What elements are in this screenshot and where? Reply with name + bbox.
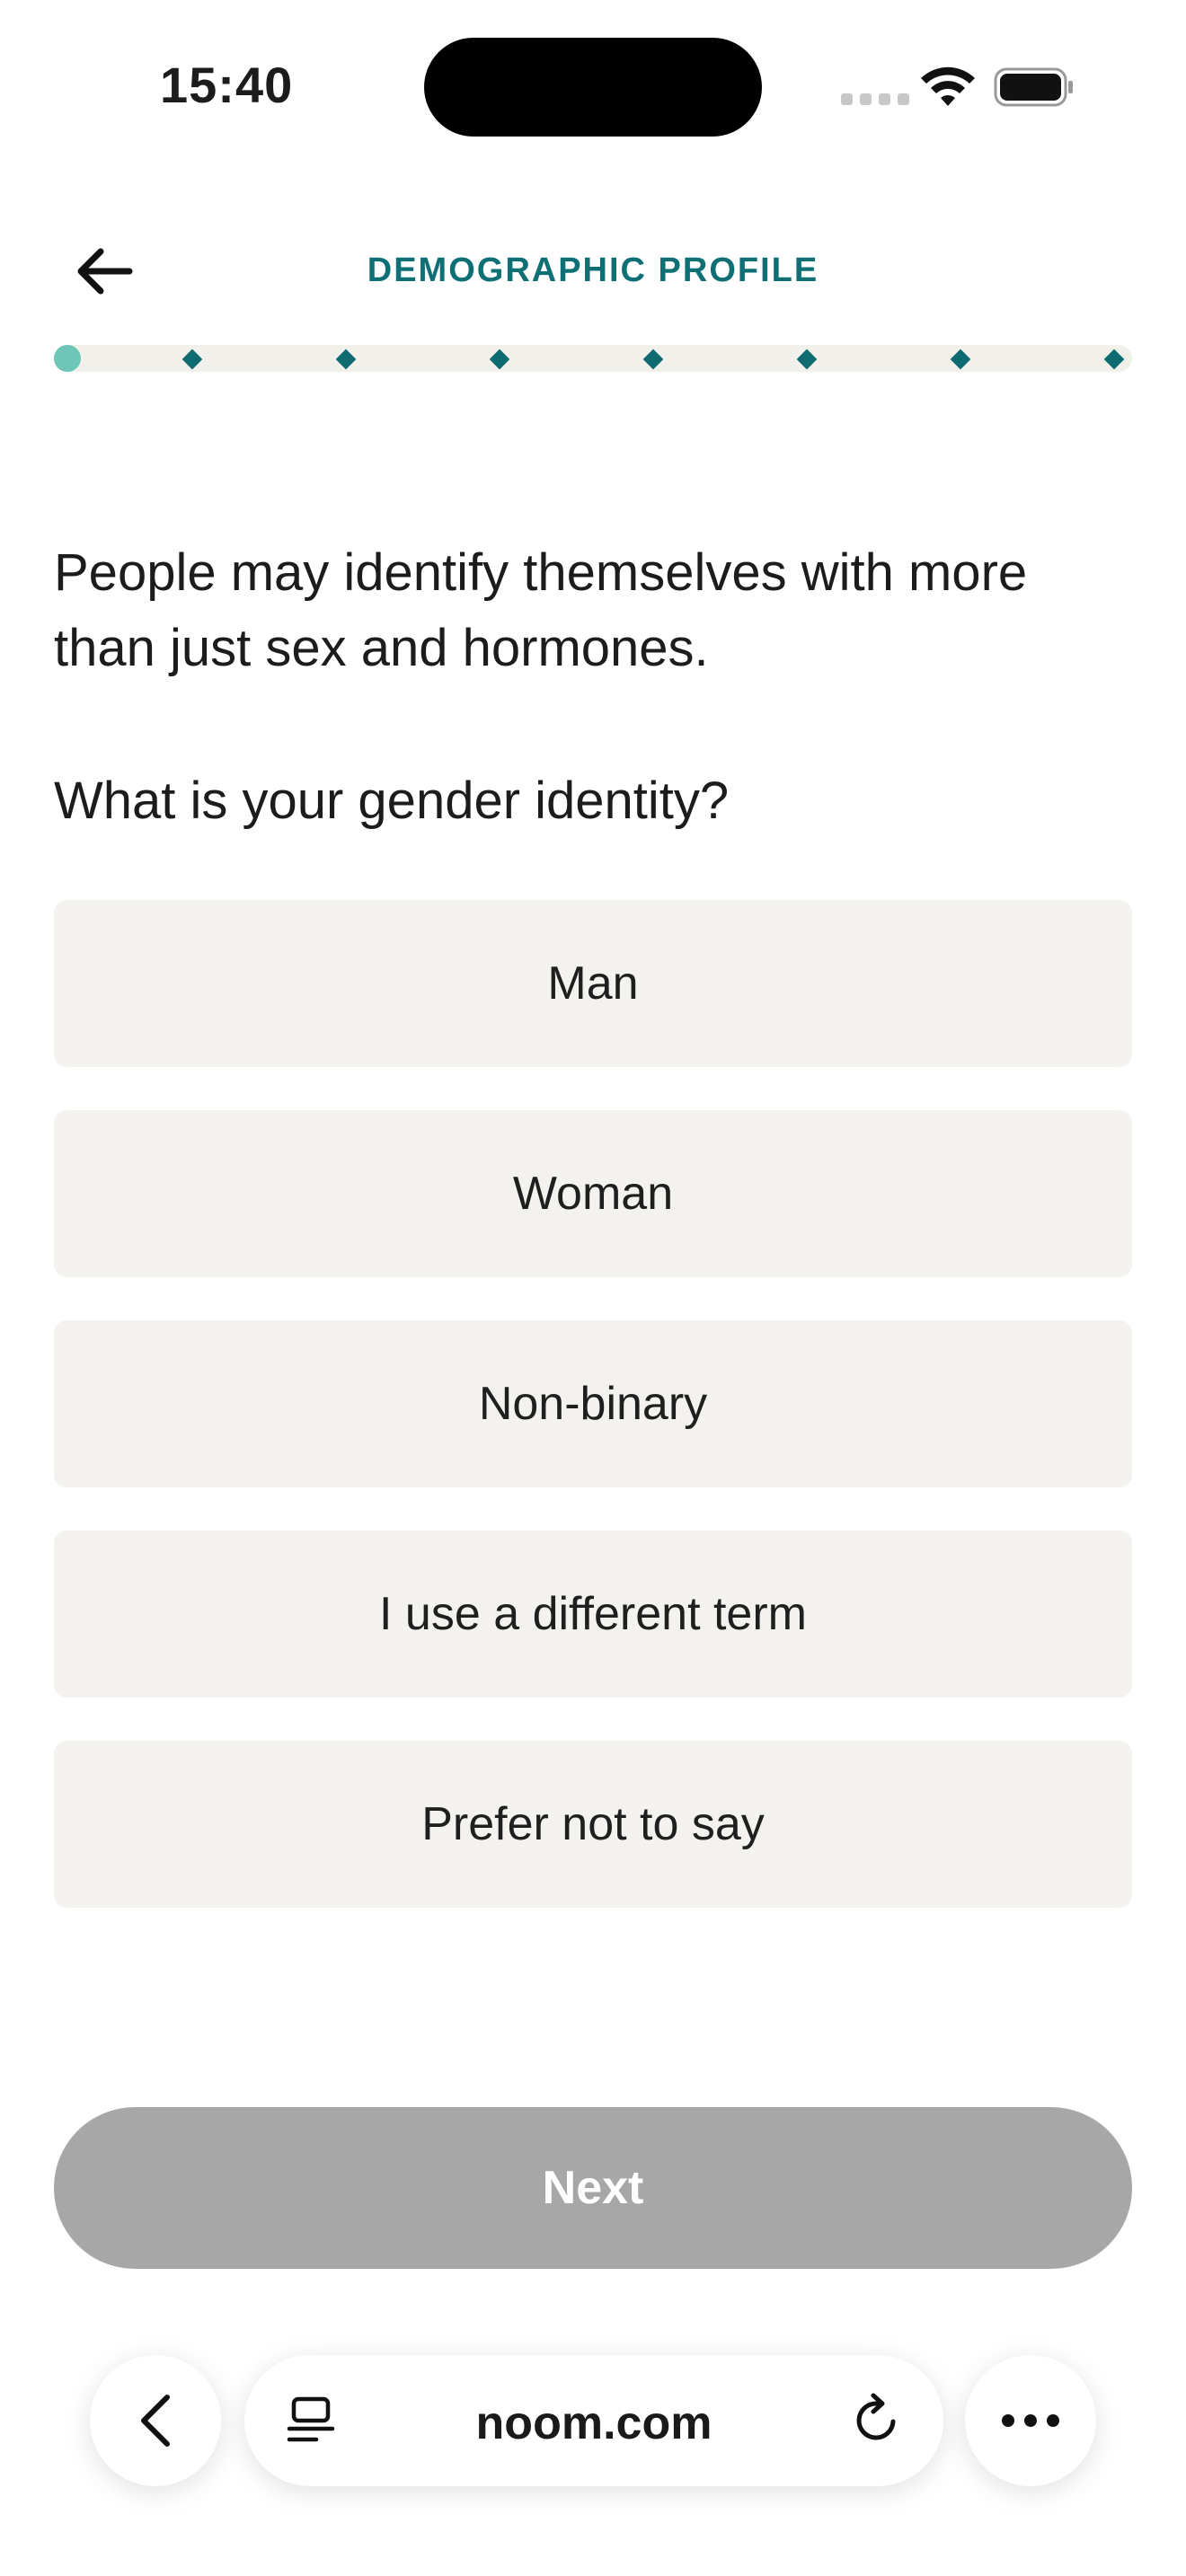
next-button[interactable]: Next (54, 2107, 1132, 2269)
browser-more-button[interactable] (965, 2355, 1096, 2486)
option-woman[interactable]: Woman (54, 1110, 1132, 1277)
progress-bar (54, 345, 1132, 372)
progress-current-dot (54, 345, 81, 372)
battery-icon (994, 67, 1073, 107)
status-bar: 15:40 (0, 0, 1186, 171)
progress-step-marker (950, 348, 971, 370)
signal-icon (841, 93, 909, 105)
reload-icon[interactable] (850, 2393, 904, 2447)
progress-step-marker (642, 348, 664, 370)
wifi-icon (921, 66, 975, 106)
progress-step-marker (1103, 348, 1125, 370)
question-intro: People may identify themselves with more… (54, 543, 1028, 677)
progress-step-marker (181, 348, 203, 370)
progress-step-marker (335, 348, 357, 370)
more-icon (1002, 2414, 1059, 2427)
browser-back-button[interactable] (90, 2355, 221, 2486)
option-man[interactable]: Man (54, 900, 1132, 1067)
option-non-binary[interactable]: Non-binary (54, 1320, 1132, 1487)
progress-step-marker (796, 348, 818, 370)
progress-step-marker (489, 348, 510, 370)
status-time: 15:40 (160, 57, 294, 113)
url-text: noom.com (475, 2397, 712, 2449)
page-title: DEMOGRAPHIC PROFILE (367, 251, 819, 289)
address-bar[interactable]: noom.com (244, 2355, 943, 2486)
option-prefer-not-to-say[interactable]: Prefer not to say (54, 1741, 1132, 1908)
option-different-term[interactable]: I use a different term (54, 1531, 1132, 1698)
chevron-left-icon (141, 2395, 170, 2447)
question-prompt: What is your gender identity? (54, 772, 730, 830)
dynamic-island (424, 38, 762, 137)
answer-options: Man Woman Non-binary I use a different t… (54, 900, 1132, 1951)
